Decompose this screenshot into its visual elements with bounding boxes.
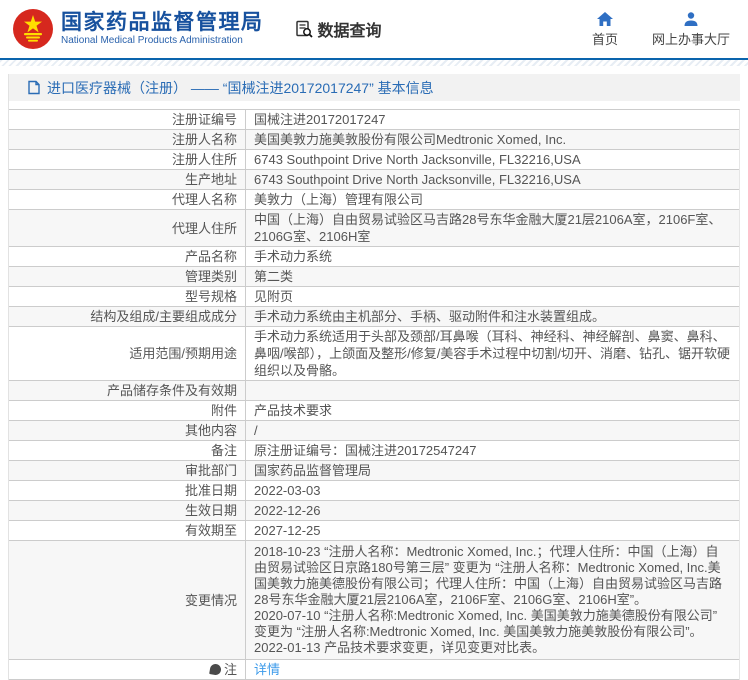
table-row: 生效日期2022-12-26	[9, 501, 739, 521]
table-row: 生产地址6743 Southpoint Drive North Jacksonv…	[9, 170, 739, 190]
row-value: /	[246, 421, 739, 440]
row-value: 2022-03-03	[246, 481, 739, 500]
user-icon	[683, 11, 699, 27]
row-value: 6743 Southpoint Drive North Jacksonville…	[246, 150, 739, 169]
table-row: 审批部门国家药品监督管理局	[9, 461, 739, 481]
nav-home-label: 首页	[592, 29, 618, 48]
row-value: 2022-12-26	[246, 501, 739, 520]
document-search-icon	[294, 19, 314, 39]
nav-online-hall-label: 网上办事大厅	[652, 29, 730, 48]
row-label: 产品名称	[9, 247, 246, 266]
row-value: 国家药品监督管理局	[246, 461, 739, 480]
table-row: 结构及组成/主要组成成分手术动力系统由主机部分、手柄、驱动附件和注水装置组成。	[9, 307, 739, 327]
row-label: 变更情况	[9, 541, 246, 659]
row-label: 注	[9, 660, 246, 679]
row-value: 2027-12-25	[246, 521, 739, 540]
registration-info-table: 注册证编号国械注进20172017247 注册人名称美国美敦力施美敦股份有限公司…	[9, 109, 740, 680]
row-value: 见附页	[246, 287, 739, 306]
table-row: 管理类别第二类	[9, 267, 739, 287]
row-value: 中国（上海）自由贸易试验区马吉路28号东华金融大厦21层2106A室，2106F…	[246, 210, 739, 246]
row-label: 批准日期	[9, 481, 246, 500]
table-row: 备注原注册证编号：国械注进20172547247	[9, 441, 739, 461]
row-label: 有效期至	[9, 521, 246, 540]
national-emblem-icon	[12, 8, 54, 50]
row-value: 原注册证编号：国械注进20172547247	[246, 441, 739, 460]
row-label: 其他内容	[9, 421, 246, 440]
agency-logo[interactable]: 国家药品监督管理局 National Medical Products Admi…	[12, 8, 264, 50]
row-label: 代理人住所	[9, 210, 246, 246]
table-row: 产品储存条件及有效期	[9, 381, 739, 401]
home-icon	[596, 11, 614, 27]
breadcrumb-text: 进口医疗器械（注册） —— “国械注进20172017247” 基本信息	[47, 78, 434, 98]
table-row: 注册证编号国械注进20172017247	[9, 110, 739, 130]
table-row: 批准日期2022-03-03	[9, 481, 739, 501]
table-row-note: 注 详情	[9, 660, 739, 680]
row-value: 6743 Southpoint Drive North Jacksonville…	[246, 170, 739, 189]
row-label: 生效日期	[9, 501, 246, 520]
note-label: 注	[224, 661, 237, 678]
agency-name: 国家药品监督管理局 National Medical Products Admi…	[61, 11, 264, 47]
data-query-button[interactable]: 数据查询	[294, 17, 382, 41]
row-value	[246, 381, 739, 400]
details-link[interactable]: 详情	[254, 661, 280, 678]
row-label: 结构及组成/主要组成成分	[9, 307, 246, 326]
table-row: 产品名称手术动力系统	[9, 247, 739, 267]
row-label: 适用范围/预期用途	[9, 327, 246, 380]
row-value: 详情	[246, 660, 739, 679]
header-hatch-divider	[0, 60, 748, 66]
row-value: 2018-10-23 “注册人名称：Medtronic Xomed, Inc.；…	[246, 541, 739, 659]
table-row: 有效期至2027-12-25	[9, 521, 739, 541]
table-row: 注册人住所6743 Southpoint Drive North Jackson…	[9, 150, 739, 170]
note-icon	[209, 663, 222, 676]
row-value: 美敦力（上海）管理有限公司	[246, 190, 739, 209]
table-row: 注册人名称美国美敦力施美敦股份有限公司Medtronic Xomed, Inc.	[9, 130, 739, 150]
agency-name-en: National Medical Products Administration	[61, 35, 264, 47]
row-value: 手术动力系统由主机部分、手柄、驱动附件和注水装置组成。	[246, 307, 739, 326]
agency-name-zh: 国家药品监督管理局	[61, 11, 264, 35]
row-label: 生产地址	[9, 170, 246, 189]
header-nav: 首页 网上办事大厅	[592, 11, 738, 48]
row-label: 代理人名称	[9, 190, 246, 209]
row-value: 手术动力系统	[246, 247, 739, 266]
row-label: 审批部门	[9, 461, 246, 480]
row-label: 管理类别	[9, 267, 246, 286]
row-value: 手术动力系统适用于头部及颈部/耳鼻喉（耳科、神经科、神经解剖、鼻窦、鼻科、鼻咽/…	[246, 327, 739, 380]
row-value: 第二类	[246, 267, 739, 286]
page-header: 国家药品监督管理局 National Medical Products Admi…	[0, 0, 748, 60]
nav-home[interactable]: 首页	[592, 11, 618, 48]
row-value: 产品技术要求	[246, 401, 739, 420]
row-value: 美国美敦力施美敦股份有限公司Medtronic Xomed, Inc.	[246, 130, 739, 149]
table-row: 型号规格见附页	[9, 287, 739, 307]
table-row-changes: 变更情况2018-10-23 “注册人名称：Medtronic Xomed, I…	[9, 541, 739, 660]
table-row: 代理人住所中国（上海）自由贸易试验区马吉路28号东华金融大厦21层2106A室，…	[9, 210, 739, 247]
table-row: 适用范围/预期用途手术动力系统适用于头部及颈部/耳鼻喉（耳科、神经科、神经解剖、…	[9, 327, 739, 381]
data-query-label: 数据查询	[318, 17, 382, 41]
document-icon	[27, 80, 41, 95]
row-label: 型号规格	[9, 287, 246, 306]
row-label: 产品储存条件及有效期	[9, 381, 246, 400]
row-label: 注册人住所	[9, 150, 246, 169]
row-label: 注册证编号	[9, 110, 246, 129]
row-label: 注册人名称	[9, 130, 246, 149]
row-value: 国械注进20172017247	[246, 110, 739, 129]
row-label: 附件	[9, 401, 246, 420]
table-row: 代理人名称美敦力（上海）管理有限公司	[9, 190, 739, 210]
breadcrumb: 进口医疗器械（注册） —— “国械注进20172017247” 基本信息	[9, 74, 740, 101]
content-area: 进口医疗器械（注册） —— “国械注进20172017247” 基本信息 注册证…	[8, 74, 740, 680]
row-label: 备注	[9, 441, 246, 460]
nav-online-hall[interactable]: 网上办事大厅	[652, 11, 730, 48]
table-row: 其他内容/	[9, 421, 739, 441]
table-row: 附件产品技术要求	[9, 401, 739, 421]
